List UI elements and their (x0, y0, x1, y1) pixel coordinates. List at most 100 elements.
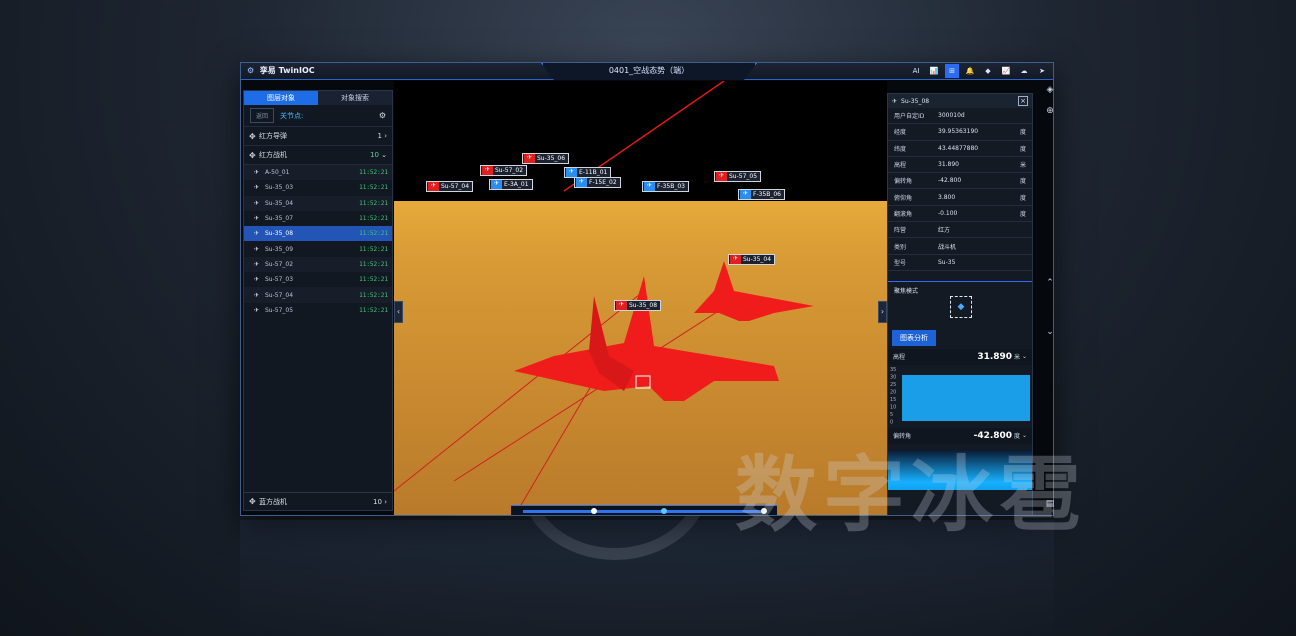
aircraft-tag[interactable]: F-35B_03 (642, 181, 690, 192)
list-item[interactable]: ✈ Su-35_03 11:52:21 (244, 180, 392, 195)
toolbar-button-4[interactable]: ◆ (981, 64, 995, 78)
group-row[interactable]: ✥ 红方战机 10 ⌄ (244, 146, 392, 165)
property-value: 31.890 (938, 161, 959, 169)
chart-analysis-tab[interactable]: 图表分析 (892, 329, 936, 346)
aircraft-tag[interactable]: Su-57_04 (426, 181, 474, 192)
group-list: ✥ 红方导弹 1 › ✥ 红方战机 10 ⌄ (244, 127, 392, 165)
toolbar-button-6[interactable]: ☁ (1017, 64, 1031, 78)
brand-name: 孪易 TwinIOC (259, 66, 315, 75)
list-item[interactable]: ✈ Su-57_03 11:52:21 (244, 272, 392, 287)
aircraft-tag[interactable]: E-3A_01 (489, 179, 533, 190)
bottom-group[interactable]: ✥ 蓝方战机 10 › (244, 492, 392, 510)
y-tick: 25 (890, 382, 896, 388)
jet-icon: ✈ (254, 245, 260, 253)
aircraft-tag[interactable]: Su-35_06 (522, 153, 570, 164)
list-item[interactable]: ✈ Su-35_04 11:52:21 (244, 195, 392, 211)
property-row: 高程 31.890 米 (888, 157, 1032, 174)
back-button[interactable]: 返回 (250, 108, 275, 123)
item-time: 11:52:21 (359, 276, 388, 284)
list-item[interactable]: ✈ A-50_01 11:52:21 (244, 165, 392, 181)
collapse-left-button[interactable]: ‹ (394, 301, 403, 323)
y-tick: 0 (890, 419, 893, 425)
close-icon[interactable]: × (1018, 96, 1028, 106)
toolbar: AI 📊 ⊞ 🔔 ◆ 📈 ☁ ➤ (909, 64, 1049, 78)
list-item[interactable]: ✈ Su-35_08 11:52:21 (244, 226, 392, 242)
property-value: 39.95363190 (938, 128, 979, 136)
item-name: Su-35_08 (265, 230, 294, 238)
property-value: -0.100 (938, 209, 958, 217)
timeline-playhead[interactable] (661, 508, 667, 514)
locate-icon[interactable]: ⊕ (1044, 105, 1056, 117)
property-row: 用户自定ID 300010d (888, 108, 1032, 125)
timeline-track (523, 510, 763, 513)
chevron-up-icon[interactable]: ⌃ (1044, 277, 1056, 289)
focus-mode-label: 聚焦模式 (894, 287, 919, 295)
aircraft-tag[interactable]: F-35B_06 (738, 189, 786, 200)
property-value: -42.800 (938, 177, 962, 185)
item-time: 11:52:21 (359, 230, 388, 238)
chevron-right-icon: › (381, 497, 387, 506)
focus-label: 关节点: (280, 111, 304, 120)
toolbar-button-0[interactable]: AI (909, 64, 923, 78)
property-value: 43.44877880 (938, 144, 979, 152)
timeline-marker[interactable] (591, 508, 597, 514)
item-time: 11:52:21 (359, 199, 388, 207)
list-item[interactable]: ✈ Su-35_09 11:52:21 (244, 241, 392, 256)
item-name: Su-57_05 (265, 306, 294, 314)
gear-icon[interactable]: ⚙ (379, 111, 386, 120)
jet-icon: ✈ (254, 291, 260, 299)
focus-target-icon[interactable]: ◆ (950, 295, 972, 318)
tab-0[interactable]: 图层对象 (244, 91, 318, 105)
aircraft-tag[interactable]: F-15E_02 (574, 177, 621, 188)
window-title: 0401_空战态势（端） (541, 63, 757, 80)
object-list: ✈ A-50_01 11:52:21 ✈ Su-35_03 11:52:21 ✈ Su-35_… (244, 165, 392, 318)
property-value: 3.800 (938, 193, 956, 201)
toolbar-button-5[interactable]: 📈 (999, 64, 1013, 78)
jet-icon: ✈ (254, 199, 260, 207)
property-unit: 度 (1020, 194, 1027, 202)
logo-icon: ⚙ (247, 66, 255, 75)
item-name: Su-35_04 (265, 199, 294, 207)
aircraft-tag[interactable]: Su-57_02 (480, 165, 528, 176)
layer-icon[interactable]: ◈ (1044, 84, 1056, 96)
property-row: 类别 战斗机 (888, 238, 1032, 255)
metric-altitude[interactable]: 高程 31.890 米 ⌄ (888, 348, 1032, 365)
list-item[interactable]: ✈ Su-57_04 11:52:21 (244, 287, 392, 303)
jet-icon: ✈ (254, 230, 260, 238)
move-icon: ✥ (249, 131, 256, 141)
item-time: 11:52:21 (359, 291, 388, 299)
tab-1[interactable]: 对象搜索 (318, 91, 392, 105)
jet-icon: ✈ (254, 306, 260, 314)
left-toolbar: 返回 关节点: ⚙ (244, 105, 392, 127)
item-time: 11:52:21 (359, 245, 388, 253)
property-row: 型号 Su-35 (888, 255, 1032, 271)
group-row[interactable]: ✥ 红方导弹 1 › (244, 127, 392, 146)
list-item[interactable]: ✈ Su-57_02 11:52:21 (244, 256, 392, 273)
collapse-right-button[interactable]: › (878, 301, 887, 323)
item-time: 11:52:21 (359, 306, 388, 314)
item-name: Su-35_07 (265, 215, 294, 223)
toolbar-button-2[interactable]: ⊞ (945, 64, 959, 78)
property-key: 翻滚角 (894, 210, 913, 218)
aircraft-tag[interactable]: Su-57_05 (714, 171, 762, 182)
toolbar-button-7[interactable]: ➤ (1035, 64, 1049, 78)
chevron-down-icon[interactable]: ⌄ (1044, 326, 1056, 338)
y-tick: 35 (890, 367, 896, 373)
right-title: Su-35_08 (901, 97, 930, 105)
move-icon: ✥ (249, 150, 256, 160)
toolbar-button-1[interactable]: 📊 (927, 64, 941, 78)
list-item[interactable]: ✈ Su-35_07 11:52:21 (244, 211, 392, 226)
aircraft-tag[interactable]: Su-35_08 (614, 300, 662, 311)
jet-su-35-04[interactable] (694, 261, 814, 321)
altitude-area (902, 374, 1030, 421)
toolbar-button-3[interactable]: 🔔 (963, 64, 977, 78)
property-row: 纬度 43.44877880 度 (888, 141, 1032, 157)
item-name: Su-57_02 (265, 260, 294, 268)
property-key: 经度 (894, 129, 907, 137)
property-value: 红方 (938, 227, 951, 235)
chevron-down-icon: ⌄ (1020, 353, 1027, 361)
list-item[interactable]: ✈ Su-57_05 11:52:21 (244, 303, 392, 318)
group-name: 红方战机 (259, 151, 287, 159)
watermark-text: 数字冰雹 (735, 448, 1088, 543)
aircraft-tag[interactable]: Su-35_04 (728, 254, 776, 265)
